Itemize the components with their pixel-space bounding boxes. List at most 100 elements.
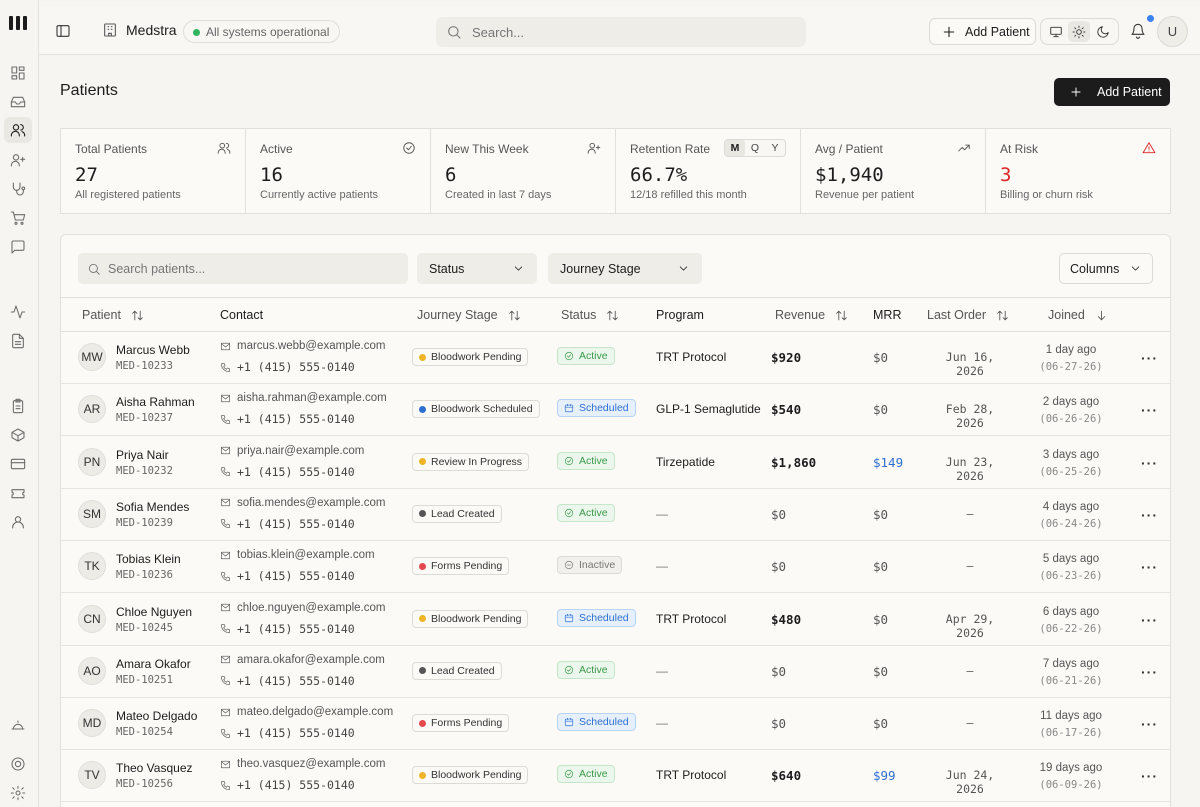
patient-name[interactable]: Sofia Mendes: [116, 500, 189, 514]
user-plus-icon[interactable]: [9, 151, 27, 169]
sun-icon[interactable]: [1068, 21, 1091, 42]
row-actions-icon[interactable]: ···: [1141, 768, 1158, 784]
package-icon[interactable]: [9, 426, 27, 444]
help-icon[interactable]: [9, 755, 27, 773]
system-status-badge[interactable]: All systems operational: [183, 20, 341, 43]
patient-name[interactable]: Mateo Delgado: [116, 709, 197, 723]
phone-text: +1 (415) 555-0140: [237, 516, 355, 531]
inbox-icon[interactable]: [9, 93, 27, 111]
patient-name[interactable]: Tobias Klein: [116, 552, 181, 566]
revenue: $480: [771, 611, 802, 627]
patients-icon[interactable]: [4, 117, 32, 143]
stat-value: 6: [445, 164, 457, 186]
row-actions-icon[interactable]: ···: [1141, 612, 1158, 628]
joined-date: (06-27-26): [1039, 361, 1103, 373]
patient-phone: +1 (415) 555-0140: [220, 465, 355, 479]
add-patient-button[interactable]: Add Patient: [1054, 78, 1170, 106]
dashboard-icon[interactable]: [9, 64, 27, 82]
patient-name[interactable]: Amara Okafor: [116, 657, 191, 671]
global-search-input[interactable]: [472, 24, 772, 40]
app-logo[interactable]: [9, 16, 27, 30]
sidebar-toggle-icon[interactable]: [55, 23, 71, 44]
period-q[interactable]: Q: [745, 140, 765, 156]
patient-name[interactable]: Aisha Rahman: [116, 395, 195, 409]
col-status[interactable]: Status: [561, 308, 619, 322]
global-search[interactable]: [436, 17, 806, 47]
journey-filter-label: Journey Stage: [560, 261, 641, 276]
table-row[interactable]: MD Mateo Delgado MED-10254 mateo.delgado@ex…: [61, 698, 1170, 751]
patient-search-input[interactable]: [108, 261, 398, 276]
activity-icon[interactable]: [9, 303, 27, 321]
patient-email: marcus.webb@example.com: [220, 340, 385, 352]
journey-stage-badge: Bloodwork Pending: [412, 348, 529, 366]
patient-name[interactable]: Theo Vasquez: [116, 761, 193, 775]
row-actions-icon[interactable]: ···: [1141, 507, 1158, 523]
table-row[interactable]: AO Amara Okafor MED-10251 amara.okafor@exam…: [61, 646, 1170, 698]
stat-sub: All registered patients: [75, 189, 181, 201]
col-journey-stage[interactable]: Journey Stage: [417, 308, 521, 322]
document-icon[interactable]: [9, 332, 27, 350]
moon-icon[interactable]: [1092, 21, 1114, 42]
patient-name[interactable]: Marcus Webb: [116, 343, 190, 357]
team-icon[interactable]: [9, 513, 27, 531]
columns-button[interactable]: Columns: [1059, 253, 1153, 284]
stage-dot: [419, 562, 426, 570]
table-row[interactable]: MW Marcus Webb MED-10233 marcus.webb@exampl…: [61, 332, 1170, 384]
row-actions-icon[interactable]: ···: [1141, 559, 1158, 575]
journey-stage-filter[interactable]: Journey Stage: [548, 253, 702, 284]
top-add-patient-button[interactable]: Add Patient: [929, 18, 1036, 45]
table-row[interactable]: TV Theo Vasquez MED-10256 theo.vasquez@exam…: [61, 750, 1170, 803]
stage-text: Bloodwork Scheduled: [431, 403, 533, 416]
chat-icon[interactable]: [9, 238, 27, 256]
stage-dot: [419, 719, 426, 727]
row-actions-icon[interactable]: ···: [1141, 350, 1158, 366]
email-text: aisha.rahman@example.com: [237, 392, 387, 405]
status-badge: Scheduled: [557, 713, 636, 732]
col-joined[interactable]: Joined: [1048, 308, 1108, 322]
patient-phone: +1 (415) 555-0140: [220, 726, 355, 740]
clipboard-icon[interactable]: [9, 397, 27, 415]
period-m[interactable]: M: [725, 140, 745, 156]
status-filter[interactable]: Status: [417, 253, 537, 284]
table-row[interactable]: SM Sofia Mendes MED-10239 sofia.mendes@exam…: [61, 489, 1170, 541]
org-switcher[interactable]: Medstra: [102, 22, 177, 38]
mail-icon: [221, 342, 230, 350]
row-actions-icon[interactable]: ···: [1141, 455, 1158, 471]
stat-sub: Revenue per patient: [815, 189, 915, 201]
monitor-icon[interactable]: [1045, 21, 1067, 42]
table-row[interactable]: PN Priya Nair MED-10232 priya.nair@example.…: [61, 437, 1170, 489]
patient-name[interactable]: Chloe Nguyen: [116, 605, 192, 619]
row-actions-icon[interactable]: ···: [1141, 664, 1158, 680]
user-avatar[interactable]: U: [1157, 16, 1188, 47]
status-badge: Scheduled: [557, 399, 636, 418]
icon-rail: [0, 0, 39, 807]
col-last-order[interactable]: Last Order: [927, 308, 1009, 322]
user-plus-icon: [587, 141, 601, 160]
row-actions-icon[interactable]: ···: [1141, 716, 1158, 732]
cart-icon[interactable]: [9, 209, 27, 227]
col-label: Journey Stage: [417, 308, 498, 322]
col-patient[interactable]: Patient: [82, 308, 144, 322]
notifications-bell-icon[interactable]: [1130, 23, 1146, 44]
email-text: theo.vasquez@example.com: [237, 758, 386, 771]
stat-sub: 12/18 refilled this month: [630, 189, 747, 201]
patient-search[interactable]: [78, 253, 408, 284]
patient-email: aisha.rahman@example.com: [220, 392, 387, 404]
program: —: [656, 559, 668, 574]
row-actions-icon[interactable]: ···: [1141, 402, 1158, 418]
table-row[interactable]: AR Aisha Rahman MED-10237 aisha.rahman@exam…: [61, 384, 1170, 437]
bell-service-icon[interactable]: [9, 716, 27, 734]
settings-icon[interactable]: [9, 784, 27, 802]
credit-card-icon[interactable]: [9, 455, 27, 473]
table-row[interactable]: TK Tobias Klein MED-10236 tobias.klein@exam…: [61, 541, 1170, 594]
stat-total-patients: Total Patients 27 All registered patient…: [61, 129, 246, 213]
col-revenue[interactable]: Revenue: [775, 308, 848, 322]
stethoscope-icon[interactable]: [9, 180, 27, 198]
patient-name[interactable]: Priya Nair: [116, 448, 169, 462]
chevron-down-icon: [679, 266, 688, 271]
status-text: All systems operational: [206, 24, 330, 39]
ticket-icon[interactable]: [9, 484, 27, 502]
period-y[interactable]: Y: [765, 140, 785, 156]
stat-sub: Created in last 7 days: [445, 189, 552, 201]
table-row[interactable]: CN Chloe Nguyen MED-10245 chloe.nguyen@exam…: [61, 594, 1170, 646]
